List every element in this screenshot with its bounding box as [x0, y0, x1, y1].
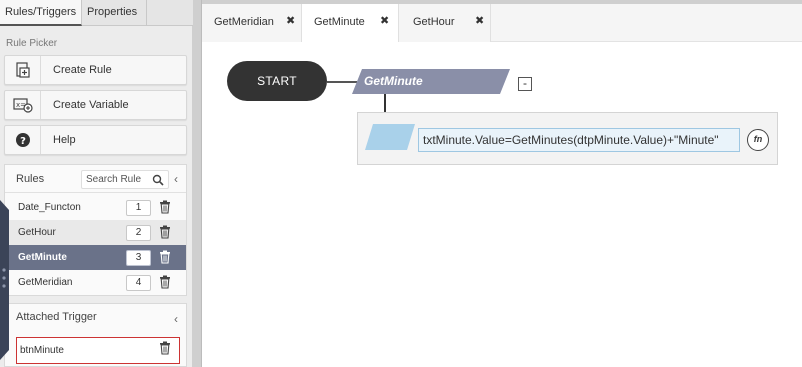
rule-search-input[interactable]: [86, 173, 148, 186]
create-rule-icon: [5, 56, 41, 84]
rule-row[interactable]: GetMeridian 4: [5, 270, 186, 295]
doc-tab-label: GetMeridian: [214, 16, 274, 28]
trigger-item[interactable]: btnMinute: [16, 337, 180, 364]
close-icon[interactable]: ✖: [475, 15, 485, 27]
doc-tab-label: GetMinute: [314, 16, 365, 28]
create-variable-label: Create Variable: [53, 99, 129, 111]
attached-trigger-panel: Attached Trigger ‹ btnMinute: [4, 303, 187, 367]
rule-order[interactable]: 2: [126, 225, 151, 241]
trigger-name: btnMinute: [20, 345, 64, 356]
panel-resize-handle[interactable]: [0, 200, 9, 360]
create-rule-button[interactable]: Create Rule: [4, 55, 187, 85]
action-expression-field[interactable]: txtMinute.Value=GetMinutes(dtpMinute.Val…: [418, 128, 740, 152]
trash-icon[interactable]: [159, 250, 171, 264]
rule-row[interactable]: GetHour 2: [5, 220, 186, 245]
doc-tab-gethour[interactable]: GetHour ✖: [399, 4, 491, 42]
attached-trigger-title: Attached Trigger: [16, 311, 97, 323]
start-node[interactable]: START: [227, 61, 327, 101]
rule-order[interactable]: 4: [126, 275, 151, 291]
help-icon: ?: [5, 126, 41, 154]
trash-icon[interactable]: [159, 341, 171, 355]
trash-icon[interactable]: [159, 225, 171, 239]
svg-text:?: ?: [20, 136, 26, 147]
help-label: Help: [53, 134, 76, 146]
function-icon[interactable]: fn: [747, 129, 769, 151]
left-tab-bar: Rules/Triggers Properties: [0, 0, 193, 26]
app-window: Rules/Triggers Properties Rule Picker Cr…: [0, 0, 802, 367]
close-icon[interactable]: ✖: [380, 15, 390, 27]
trash-icon[interactable]: [159, 200, 171, 214]
action-node-shape[interactable]: [365, 124, 415, 150]
trigger-collapse-chevron-icon[interactable]: ‹: [174, 313, 184, 325]
close-icon[interactable]: ✖: [286, 15, 296, 27]
search-icon[interactable]: [152, 174, 164, 186]
trash-icon[interactable]: [159, 275, 171, 289]
rules-header: Rules ‹: [5, 165, 186, 193]
rule-name: GetMinute: [18, 252, 67, 263]
tab-properties[interactable]: Properties: [82, 0, 147, 26]
doc-tab-getminute[interactable]: GetMinute ✖: [302, 4, 399, 42]
panel-divider[interactable]: [193, 0, 202, 367]
action-block: txtMinute.Value=GetMinutes(dtpMinute.Val…: [357, 112, 778, 165]
rules-panel: Rules ‹ Date_Functon 1: [4, 164, 187, 296]
create-rule-label: Create Rule: [53, 64, 112, 76]
rule-search-box: [81, 170, 169, 189]
left-panel: Rules/Triggers Properties Rule Picker Cr…: [0, 0, 193, 367]
rule-node[interactable]: GetMinute: [352, 69, 510, 94]
collapse-button[interactable]: -: [518, 77, 532, 91]
rule-row-selected[interactable]: GetMinute 3: [5, 245, 186, 270]
doc-tab-getmeridian[interactable]: GetMeridian ✖: [202, 4, 302, 42]
rule-node-label: GetMinute: [364, 74, 423, 88]
rule-name: GetHour: [18, 227, 56, 238]
tab-rules-triggers[interactable]: Rules/Triggers: [0, 0, 82, 26]
editor-area: GetMeridian ✖ GetMinute ✖ GetHour ✖ STAR…: [202, 0, 802, 367]
rule-row[interactable]: Date_Functon 1: [5, 195, 186, 220]
rule-order[interactable]: 1: [126, 200, 151, 216]
rule-picker-label: Rule Picker: [6, 38, 58, 49]
rules-title: Rules: [16, 173, 45, 185]
rules-collapse-chevron-icon[interactable]: ‹: [174, 173, 184, 185]
rule-name: GetMeridian: [18, 277, 73, 288]
help-button[interactable]: ? Help: [4, 125, 187, 155]
create-variable-icon: x=: [5, 91, 41, 119]
rule-order[interactable]: 3: [126, 250, 151, 266]
document-tab-bar: GetMeridian ✖ GetMinute ✖ GetHour ✖: [202, 4, 802, 42]
rule-canvas: START GetMinute - txtMinute.Value=GetMin…: [202, 42, 802, 367]
doc-tab-label: GetHour: [413, 16, 455, 28]
rule-name: Date_Functon: [18, 202, 81, 213]
create-variable-button[interactable]: x= Create Variable: [4, 90, 187, 120]
